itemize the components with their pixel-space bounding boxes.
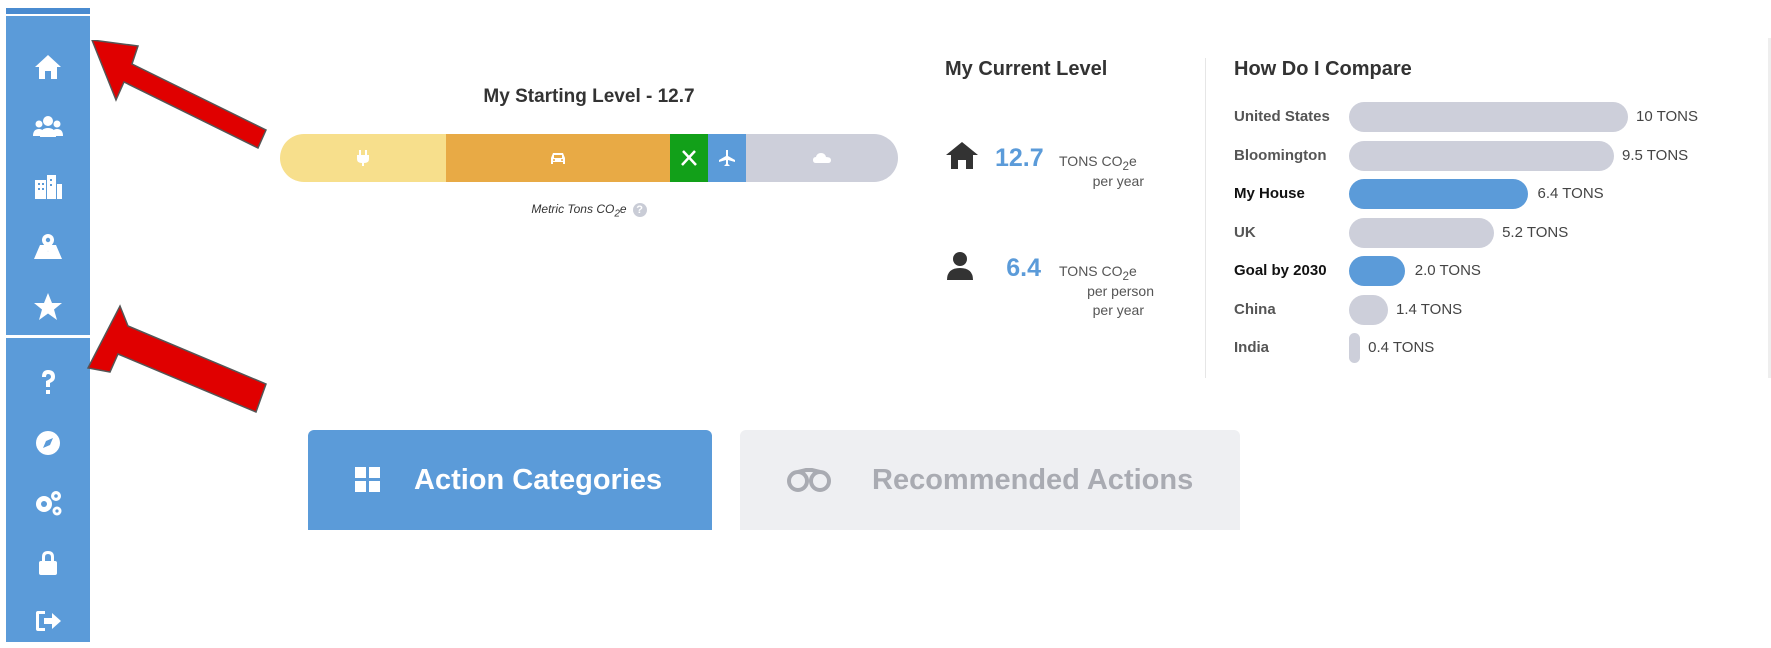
compare-row-bar bbox=[1349, 333, 1361, 363]
buildings-icon bbox=[35, 175, 62, 199]
person-per-person: per person bbox=[1087, 283, 1154, 299]
compare-row: China 1.4 TONS bbox=[1234, 291, 1734, 329]
house-unit-text: TONS CO bbox=[1059, 153, 1123, 169]
users-icon bbox=[33, 116, 63, 137]
sidebar-top-line bbox=[6, 8, 90, 16]
metric-label-suffix: e bbox=[619, 202, 627, 216]
panel-divider bbox=[1205, 58, 1206, 378]
compare-row: United States 10 TONS bbox=[1234, 98, 1734, 136]
compare-title: How Do I Compare bbox=[1234, 58, 1412, 80]
grid-icon bbox=[355, 467, 380, 492]
sidebar-item-community[interactable] bbox=[6, 100, 90, 154]
compare-row-label: My House bbox=[1234, 185, 1305, 202]
metric-label-text: Metric Tons CO bbox=[531, 202, 615, 216]
compare-row: UK 5.2 TONS bbox=[1234, 214, 1734, 252]
binoculars-icon bbox=[787, 468, 831, 492]
sidebar-item-settings[interactable] bbox=[6, 476, 90, 530]
compare-row-bar bbox=[1349, 179, 1528, 209]
person-unit-suffix: e bbox=[1129, 263, 1137, 279]
compare-row-label: China bbox=[1234, 300, 1276, 318]
house-value: 12.7 bbox=[995, 144, 1044, 172]
segment-transportation[interactable] bbox=[446, 134, 670, 182]
question-icon bbox=[42, 370, 55, 394]
gears-icon bbox=[36, 491, 62, 516]
sidebar-item-home[interactable] bbox=[6, 40, 90, 94]
sidebar-item-buildings[interactable] bbox=[6, 160, 90, 214]
current-level-title: My Current Level bbox=[945, 58, 1108, 80]
plug-icon bbox=[357, 150, 369, 166]
compare-row-label: United States bbox=[1234, 108, 1330, 125]
sidebar bbox=[6, 8, 90, 642]
tab-action-categories-label: Action Categories bbox=[414, 463, 663, 496]
map-marker-icon bbox=[34, 234, 62, 259]
metric-tons-label: Metric Tons CO2e? bbox=[280, 202, 898, 219]
home-icon bbox=[946, 142, 978, 169]
sidebar-item-explore[interactable] bbox=[6, 416, 90, 470]
sidebar-item-map[interactable] bbox=[6, 220, 90, 274]
car-icon bbox=[551, 153, 565, 164]
compare-panel: How Do I Compare United States 10 TONS Blo… bbox=[1234, 58, 1734, 363]
compare-row-value: 10 TONS bbox=[1636, 108, 1698, 125]
compass-icon bbox=[36, 431, 60, 455]
compare-row-bar bbox=[1349, 102, 1628, 132]
compare-row: India 0.4 TONS bbox=[1234, 329, 1734, 367]
segment-food[interactable] bbox=[670, 134, 708, 182]
compare-row-bar bbox=[1349, 140, 1615, 171]
compare-row-value: 2.0 TONS bbox=[1414, 262, 1481, 279]
annotation-arrow-bottom bbox=[86, 304, 267, 413]
compare-row-value: 0.4 TONS bbox=[1368, 339, 1435, 356]
sidebar-item-privacy[interactable] bbox=[6, 536, 90, 590]
compare-row-value: 9.5 TONS bbox=[1622, 146, 1689, 164]
current-level-panel: My Current Level 12.7 TONS CO2e per year… bbox=[945, 58, 1175, 318]
starting-level-bar bbox=[280, 134, 898, 182]
compare-row-value: 1.4 TONS bbox=[1396, 300, 1463, 318]
sidebar-divider bbox=[6, 335, 90, 338]
person-unit-text: TONS CO bbox=[1059, 263, 1123, 279]
tab-action-categories[interactable]: Action Categories bbox=[308, 430, 712, 530]
sidebar-item-favorites[interactable] bbox=[6, 280, 90, 334]
compare-row-label: Bloomington bbox=[1234, 146, 1327, 164]
home-icon bbox=[35, 55, 61, 79]
sidebar-item-logout[interactable] bbox=[6, 594, 90, 648]
lock-icon bbox=[39, 551, 57, 575]
annotation-arrow-top bbox=[91, 40, 267, 150]
tab-recommended-actions[interactable]: Recommended Actions bbox=[740, 430, 1240, 530]
segment-home-energy[interactable] bbox=[280, 134, 446, 182]
compare-row-value: 5.2 TONS bbox=[1502, 223, 1569, 241]
compare-row-label: Goal by 2030 bbox=[1234, 262, 1327, 279]
person-per-year: per year bbox=[1092, 302, 1144, 318]
help-icon[interactable]: ? bbox=[632, 202, 647, 217]
plane-icon bbox=[719, 150, 735, 166]
compare-row-value: 6.4 TONS bbox=[1537, 185, 1604, 202]
starting-level-panel: My Starting Level - 12.7 Metric Tons CO2… bbox=[280, 86, 898, 219]
sidebar-item-help[interactable] bbox=[6, 356, 90, 410]
starting-level-title: My Starting Level - 12.7 bbox=[483, 86, 695, 107]
user-icon bbox=[947, 252, 973, 280]
compare-row-bar bbox=[1349, 217, 1495, 248]
compare-row: Goal by 2030 2.0 TONS bbox=[1234, 252, 1734, 290]
segment-travel[interactable] bbox=[708, 134, 746, 182]
tab-recommended-actions-label: Recommended Actions bbox=[872, 463, 1194, 496]
person-value: 6.4 bbox=[1006, 254, 1041, 282]
compare-row-bar bbox=[1349, 256, 1405, 286]
house-per-year: per year bbox=[1092, 173, 1144, 189]
compare-row-label: India bbox=[1234, 339, 1270, 356]
house-unit-suffix: e bbox=[1129, 153, 1137, 169]
cloud-icon bbox=[813, 153, 831, 163]
utensils-icon bbox=[681, 150, 697, 166]
compare-row: Bloomington 9.5 TONS bbox=[1234, 137, 1734, 175]
star-icon bbox=[34, 293, 62, 320]
segment-other[interactable] bbox=[746, 134, 898, 182]
compare-row-label: UK bbox=[1234, 223, 1256, 241]
sign-out-icon bbox=[36, 611, 61, 631]
compare-row-bar bbox=[1349, 294, 1389, 325]
compare-row: My House 6.4 TONS bbox=[1234, 175, 1734, 213]
